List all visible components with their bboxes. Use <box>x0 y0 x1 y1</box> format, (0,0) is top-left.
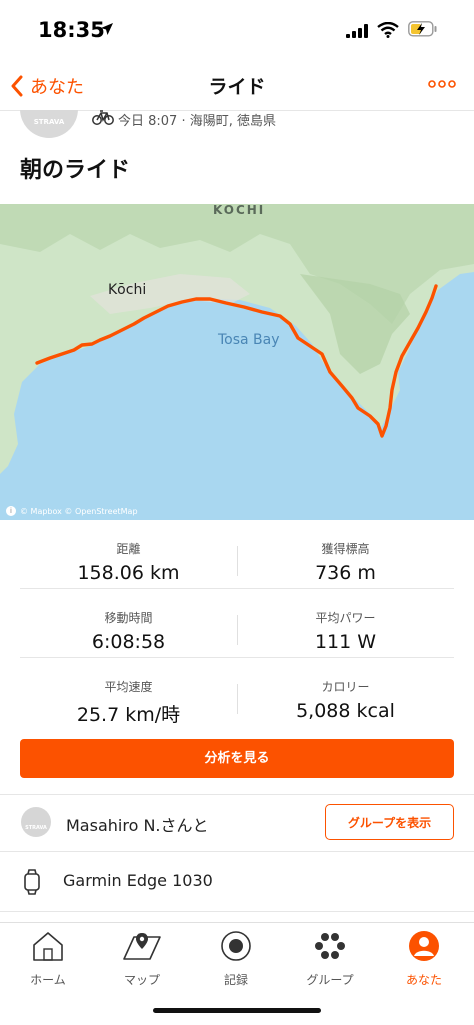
activity-header: STRAVA 今日 8:07 · 海陽町, 徳島県 朝のライド <box>0 110 474 204</box>
stat-label: カロリー <box>321 680 370 694</box>
map-attribution[interactable]: i © Mapbox © OpenStreetMap <box>6 506 138 516</box>
home-icon <box>33 932 63 961</box>
more-options-icon[interactable] <box>428 80 456 88</box>
tab-home[interactable]: ホーム <box>1 929 95 989</box>
stat-distance: 距離 158.06 km <box>20 520 237 588</box>
device-name: Garmin Edge 1030 <box>63 871 213 890</box>
info-icon[interactable]: i <box>6 506 16 516</box>
activity-stats: 距離 158.06 km 獲得標高 736 m 移動時間 6:08:58 平均パ… <box>0 520 474 726</box>
battery-charging-icon <box>408 21 437 37</box>
stat-value: 5,088 kcal <box>296 700 395 722</box>
tab-label: グループ <box>306 973 354 987</box>
stat-label: 獲得標高 <box>321 542 370 556</box>
profile-icon <box>409 931 439 961</box>
location-arrow-icon <box>101 23 113 35</box>
map-icon <box>123 933 161 960</box>
avatar-label: STRAVA <box>25 825 47 831</box>
athlete-avatar[interactable]: STRAVA <box>20 110 78 138</box>
stat-label: 平均パワー <box>315 611 376 625</box>
stat-value: 6:08:58 <box>91 631 166 653</box>
stat-value: 25.7 km/時 <box>76 704 181 726</box>
activity-title: 朝のライド <box>20 158 131 183</box>
tab-record[interactable]: 記録 <box>189 929 283 989</box>
tab-groups[interactable]: グループ <box>283 929 377 989</box>
tab-label: あなた <box>405 973 442 987</box>
stat-calories: カロリー 5,088 kcal <box>237 658 454 726</box>
companion-text[interactable]: Masahiro N.さんと <box>66 812 209 836</box>
activity-date-location: 今日 8:07 · 海陽町, 徳島県 <box>118 114 276 129</box>
stats-row: 移動時間 6:08:58 平均パワー 111 W <box>20 589 454 658</box>
home-indicator <box>153 1008 321 1013</box>
page-title: ライド <box>208 76 266 98</box>
tab-you[interactable]: あなた <box>377 929 471 989</box>
tab-map[interactable]: マップ <box>95 929 189 989</box>
stat-label: 移動時間 <box>104 611 153 625</box>
stat-value: 158.06 km <box>77 562 180 584</box>
record-icon <box>221 931 251 961</box>
companion-avatar[interactable]: STRAVA <box>21 807 51 837</box>
stat-label: 距離 <box>116 542 141 556</box>
stat-label: 平均速度 <box>104 680 153 694</box>
stat-value: 736 m <box>315 562 376 584</box>
stat-average-power: 平均パワー 111 W <box>237 589 454 657</box>
avatar-label: STRAVA <box>33 118 65 126</box>
map-canvas: KOCHI Kōchi Tosa Bay <box>0 204 474 520</box>
map-label-city: Kōchi <box>108 282 146 298</box>
tab-label: 記録 <box>223 973 248 987</box>
group-icon <box>315 933 345 959</box>
map-attribution-text: © Mapbox © OpenStreetMap <box>20 506 138 516</box>
status-time: 18:35 <box>38 18 105 42</box>
stat-elevation-gain: 獲得標高 736 m <box>237 520 454 588</box>
stat-value: 111 W <box>314 631 377 653</box>
view-analysis-button[interactable]: 分析を見る <box>20 739 454 778</box>
status-bar: 18:35 <box>0 0 474 62</box>
tab-label: ホーム <box>30 973 66 987</box>
stats-row: 平均速度 25.7 km/時 カロリー 5,088 kcal <box>20 658 454 726</box>
group-activity-row: STRAVA Masahiro N.さんと グループを表示 <box>0 794 474 852</box>
navigation-bar: あなた ライド <box>0 62 474 111</box>
route-map[interactable]: KOCHI Kōchi Tosa Bay i © Mapbox © OpenSt… <box>0 204 474 520</box>
map-label-region: KOCHI <box>213 204 265 217</box>
wifi-icon <box>377 22 399 38</box>
cellular-signal-icon <box>346 24 368 38</box>
stat-average-speed: 平均速度 25.7 km/時 <box>20 658 237 726</box>
show-group-button[interactable]: グループを表示 <box>325 804 454 840</box>
map-label-bay: Tosa Bay <box>217 332 280 348</box>
stats-row: 距離 158.06 km 獲得標高 736 m <box>20 520 454 589</box>
tab-label: マップ <box>123 973 160 987</box>
watch-icon <box>24 869 40 895</box>
stat-moving-time: 移動時間 6:08:58 <box>20 589 237 657</box>
device-row[interactable]: Garmin Edge 1030 <box>0 851 474 912</box>
bike-icon <box>92 110 114 125</box>
